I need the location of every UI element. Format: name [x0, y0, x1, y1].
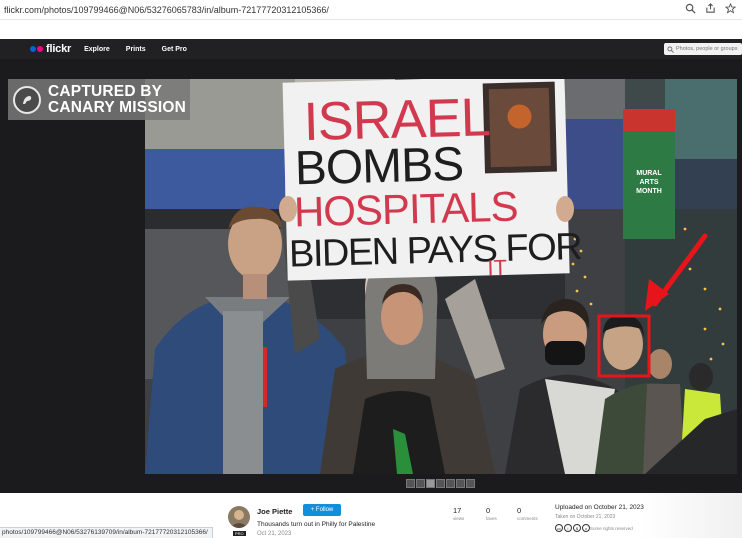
share-icon[interactable] — [705, 3, 716, 14]
stat-faves: 0 faves — [486, 506, 497, 521]
thumbnail[interactable] — [446, 479, 455, 488]
thumbnail[interactable] — [416, 479, 425, 488]
follow-button[interactable]: + Follow — [303, 504, 341, 516]
photo-date: Oct 21, 2023 — [257, 531, 292, 537]
watermark-line1: CAPTURED BY — [48, 82, 163, 100]
stat-faves-label: faves — [486, 516, 497, 521]
logo-text: flickr — [46, 43, 72, 55]
stat-views-label: views — [453, 516, 465, 521]
info-fade-overlay — [640, 493, 742, 538]
thumbnail[interactable] — [436, 479, 445, 488]
watermark-line2: CANARY MISSION — [48, 98, 187, 116]
nav-prints[interactable]: Prints — [126, 46, 146, 53]
photo-stage: MURAL ARTS MONTH ISRAEL BOMBS HOSPITALS … — [0, 59, 742, 493]
stat-comments: 0 comments — [517, 506, 538, 521]
bookmark-star-icon[interactable] — [725, 3, 736, 14]
browser-window: flickr.com/photos/109799466@N06/53276065… — [0, 0, 742, 538]
page-top-gap — [0, 20, 742, 39]
watermark-text: CAPTURED BY CANARY MISSION — [48, 82, 187, 116]
url-text[interactable]: flickr.com/photos/109799466@N06/53276065… — [0, 5, 329, 15]
cc-by-icon: i — [564, 524, 572, 532]
stat-faves-value: 0 — [486, 506, 491, 515]
author-avatar[interactable] — [228, 506, 250, 528]
main-photo[interactable]: MURAL ARTS MONTH ISRAEL BOMBS HOSPITALS … — [145, 79, 737, 474]
search-box[interactable] — [664, 43, 742, 55]
search-input[interactable] — [676, 46, 740, 52]
uploaded-date: Uploaded on October 21, 2023 — [555, 504, 644, 511]
logo-dot-pink — [37, 46, 43, 52]
protest-photo-illustration: MURAL ARTS MONTH ISRAEL BOMBS HOSPITALS … — [145, 79, 737, 474]
logo-dot-blue — [30, 46, 36, 52]
banner-line1: MURAL — [636, 170, 662, 177]
thumbnail[interactable] — [466, 479, 475, 488]
rights-link[interactable]: Some rights reserved — [590, 526, 633, 531]
address-bar-icons — [685, 3, 736, 14]
stat-views-value: 17 — [453, 506, 462, 515]
thumbnail[interactable] — [406, 479, 415, 488]
taken-date: Taken on October 21, 2023 — [555, 514, 616, 520]
thumbnail-strip — [406, 479, 475, 488]
thumbnail[interactable] — [456, 479, 465, 488]
status-bar-link-preview: photos/109799466@N06/53276139709/in/albu… — [0, 527, 213, 538]
zoom-icon[interactable] — [685, 3, 696, 14]
pro-badge: PRO — [233, 531, 246, 536]
search-icon — [667, 45, 674, 53]
cc-icon: cc — [555, 524, 563, 532]
cc-nc-icon: $ — [573, 524, 581, 532]
address-bar[interactable]: flickr.com/photos/109799466@N06/53276065… — [0, 0, 742, 20]
stat-views: 17 views — [453, 506, 464, 521]
nav-get-pro[interactable]: Get Pro — [162, 46, 187, 53]
cc-sa-icon: o — [582, 524, 590, 532]
banner-line3: MONTH — [636, 188, 662, 195]
nav-explore[interactable]: Explore — [84, 46, 110, 53]
stat-comments-label: comments — [517, 516, 538, 521]
photo-title: Thousands turn out in Philly for Palesti… — [257, 521, 376, 528]
flickr-logo[interactable]: flickr — [30, 43, 71, 55]
creative-commons-badges[interactable]: cc i $ o — [555, 524, 590, 532]
stat-comments-value: 0 — [517, 506, 522, 515]
canary-mission-watermark: CAPTURED BY CANARY MISSION — [8, 79, 190, 120]
banner-line2: ARTS — [639, 179, 658, 186]
sign-text-line4: BIDEN PAYS FOR — [289, 226, 582, 276]
flickr-nav-bar: flickr Explore Prints Get Pro — [0, 39, 742, 59]
sign-text-line5: IT — [487, 255, 507, 281]
author-name[interactable]: Joe Piette — [257, 507, 292, 516]
thumbnail-selected[interactable] — [426, 479, 435, 488]
canary-logo-icon — [13, 85, 41, 114]
